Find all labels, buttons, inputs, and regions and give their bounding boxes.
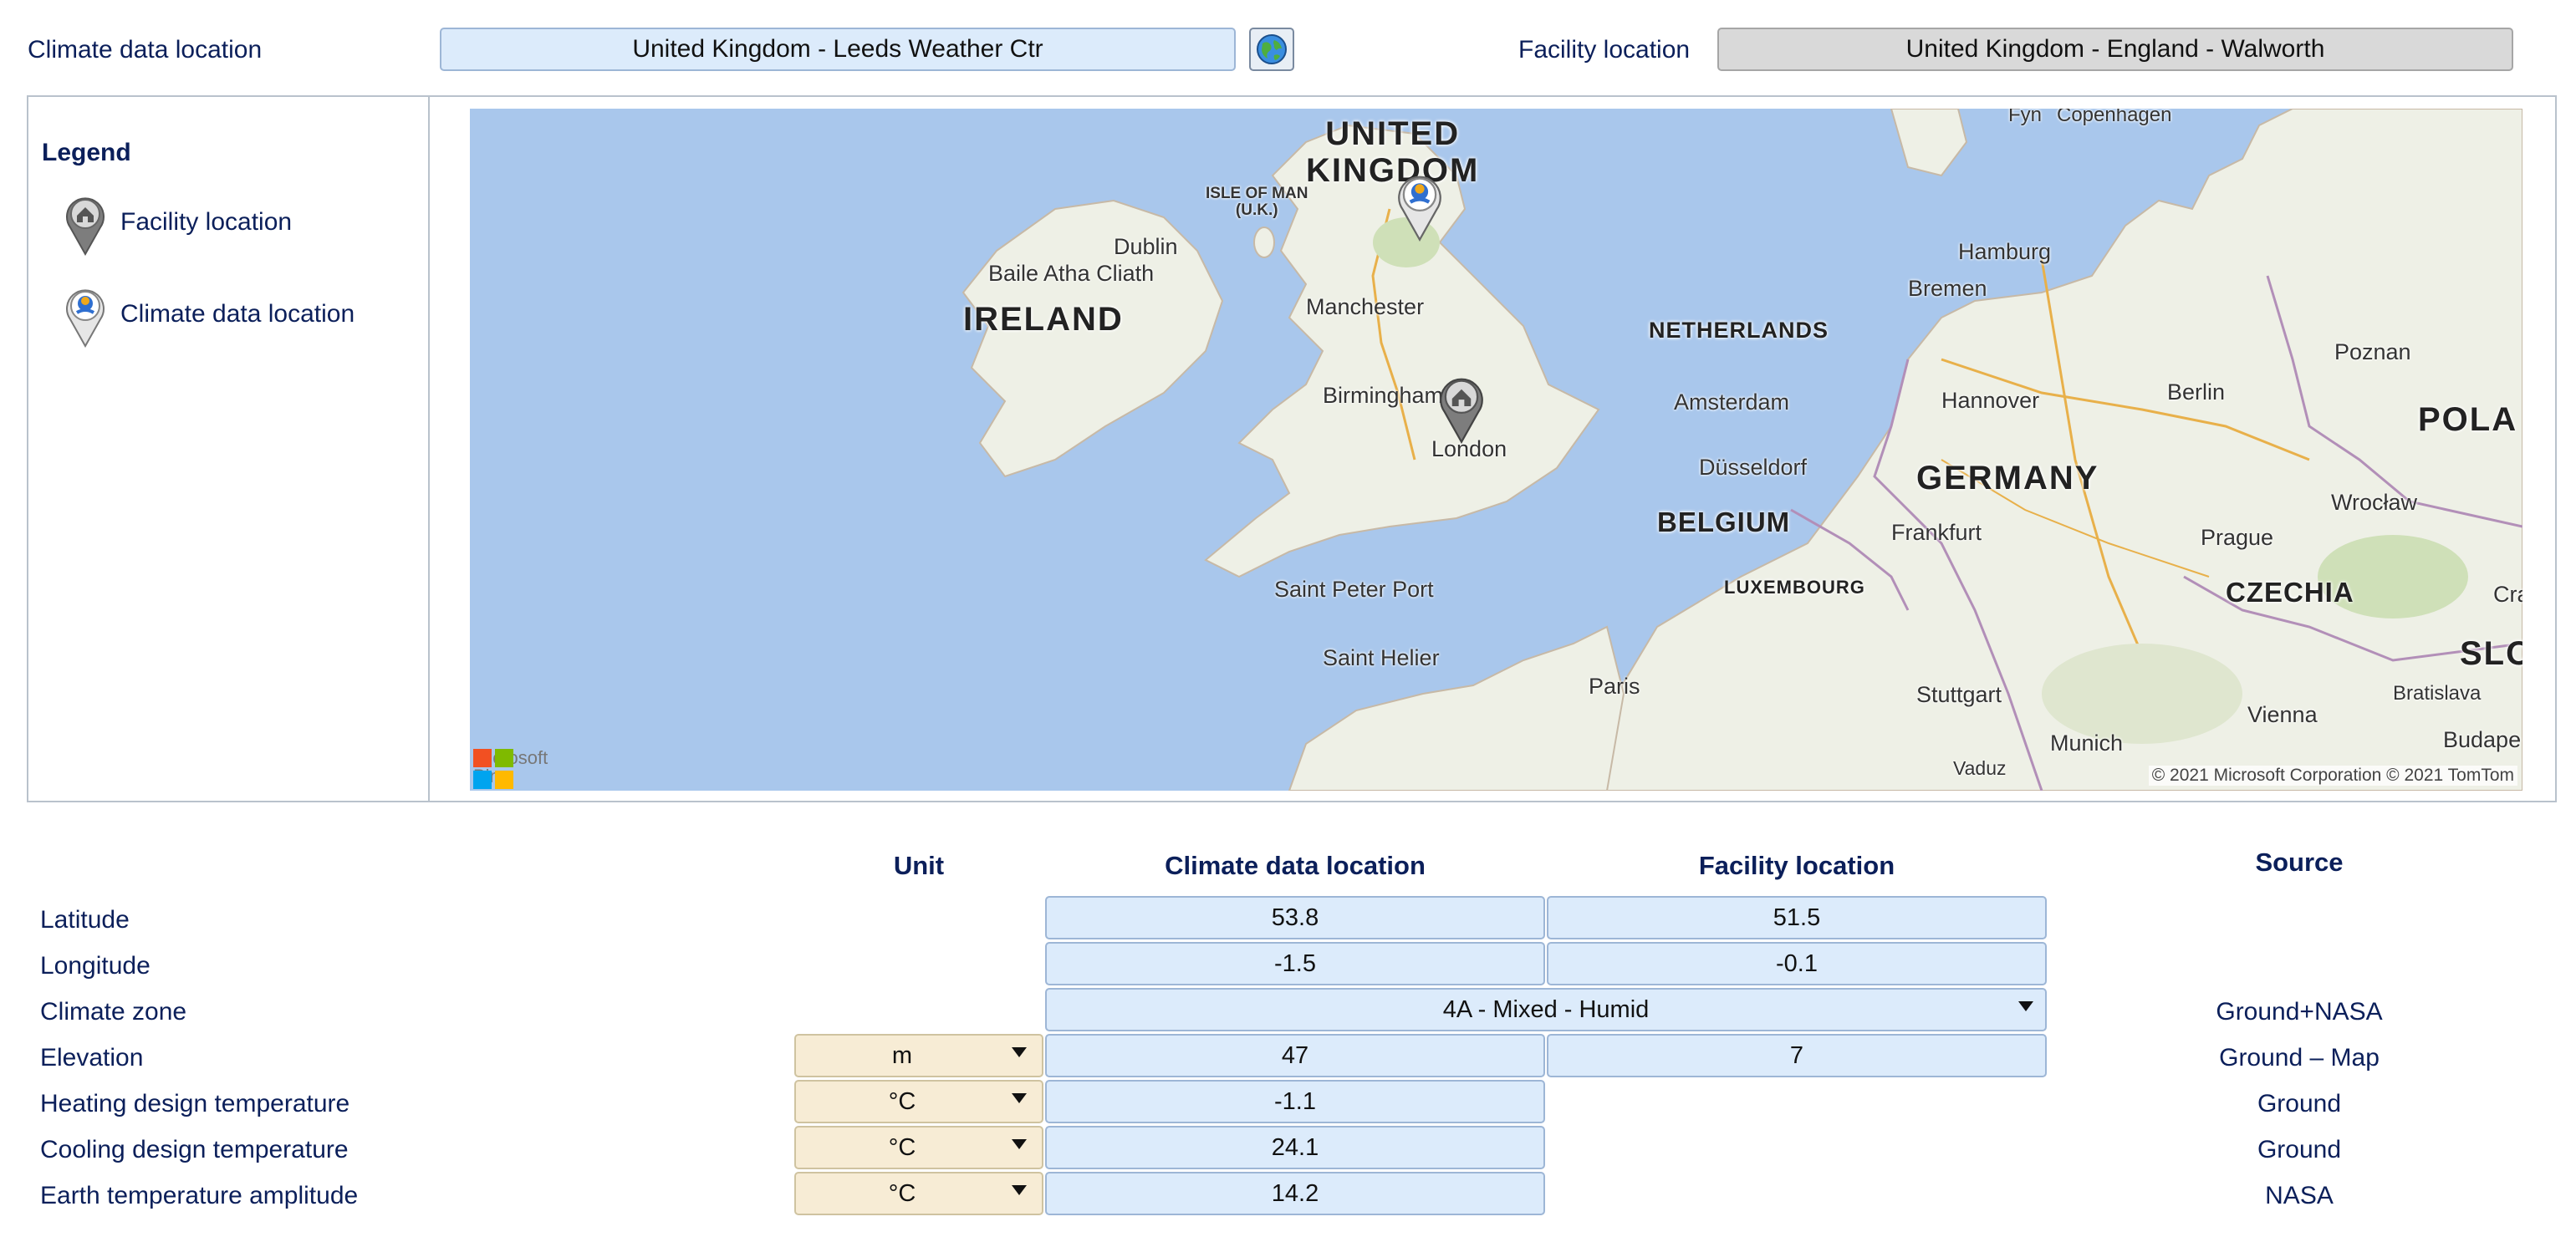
chevron-down-icon bbox=[2018, 1001, 2033, 1011]
bing-logo: Microsoft Bing bbox=[473, 749, 548, 789]
climate-zone-source: Ground+NASA bbox=[2216, 998, 2383, 1026]
row-label-longitude: Longitude bbox=[40, 952, 150, 980]
globe-button[interactable] bbox=[1249, 28, 1294, 71]
map-city-baile-atha-cliath: Baile Atha Cliath bbox=[988, 261, 1155, 286]
microsoft-logo-icon bbox=[473, 749, 513, 789]
cooling-source: Ground bbox=[2257, 1136, 2342, 1163]
climate-location-label: Climate data location bbox=[28, 36, 263, 64]
elevation-source: Ground – Map bbox=[2219, 1044, 2380, 1072]
map-city-vaduz: Vaduz bbox=[1953, 757, 2007, 779]
map-label-germany: GERMANY bbox=[1916, 460, 2099, 496]
map-city-hannover: Hannover bbox=[1941, 388, 2040, 413]
cooling-climate-value[interactable]: 24.1 bbox=[1045, 1126, 1545, 1169]
map-view[interactable]: UNITED KINGDOM IRELAND NETHERLANDS GERMAN… bbox=[470, 109, 2522, 791]
legend-item-facility: Facility location bbox=[59, 189, 292, 256]
earth-amplitude-source: NASA bbox=[2265, 1182, 2334, 1209]
heating-unit-value: °C bbox=[888, 1087, 916, 1115]
header-facility: Facility location bbox=[1698, 851, 1895, 880]
facility-location-pin-icon[interactable] bbox=[1431, 368, 1492, 445]
heating-source: Ground bbox=[2257, 1090, 2342, 1117]
map-city-birmingham: Birmingham bbox=[1323, 383, 1444, 408]
elevation-facility-value[interactable]: 7 bbox=[1547, 1034, 2047, 1077]
map-city-bratislava: Bratislava bbox=[2393, 682, 2482, 705]
map-city-dusseldorf: Düsseldorf bbox=[1699, 455, 1808, 480]
map-city-krakow: Cra bbox=[2493, 582, 2522, 607]
map-label-poland: POLA bbox=[2418, 401, 2518, 438]
map-city-amsterdam: Amsterdam bbox=[1674, 389, 1790, 415]
map-copyright: © 2021 Microsoft Corporation © 2021 TomT… bbox=[2148, 766, 2517, 786]
climate-zone-select[interactable]: 4A - Mixed - Humid bbox=[1045, 988, 2047, 1031]
row-label-cooling-design-temperature: Cooling design temperature bbox=[40, 1136, 349, 1163]
cooling-unit-select[interactable]: °C bbox=[794, 1126, 1043, 1169]
map-city-fyn: Fyn bbox=[2008, 109, 2043, 126]
header-unit: Unit bbox=[893, 851, 945, 880]
map-city-stuttgart: Stuttgart bbox=[1916, 682, 2002, 707]
earth-amplitude-climate-value[interactable]: 14.2 bbox=[1045, 1172, 1545, 1215]
row-label-climate-zone: Climate zone bbox=[40, 998, 187, 1026]
row-label-earth-temperature-amplitude: Earth temperature amplitude bbox=[40, 1182, 359, 1209]
map-city-saint-peter-port: Saint Peter Port bbox=[1274, 577, 1434, 602]
legend-climate-label: Climate data location bbox=[120, 300, 355, 328]
chevron-down-icon bbox=[1012, 1139, 1027, 1149]
map-city-wroclaw: Wrocław bbox=[2331, 490, 2418, 515]
map-label-isle-of-man: ISLE OF MAN (U.K.) bbox=[1206, 185, 1308, 219]
map-city-hamburg: Hamburg bbox=[1958, 239, 2052, 264]
legend-title: Legend bbox=[42, 139, 131, 166]
facility-location-label: Facility location bbox=[1518, 36, 1691, 64]
heating-unit-select[interactable]: °C bbox=[794, 1080, 1043, 1123]
header-source: Source bbox=[2255, 848, 2344, 877]
map-city-poznan: Poznan bbox=[2334, 339, 2411, 364]
longitude-facility-value[interactable]: -0.1 bbox=[1547, 942, 2047, 985]
map-city-saint-helier: Saint Helier bbox=[1323, 645, 1440, 670]
facility-location-field: United Kingdom - England - Walworth bbox=[1717, 28, 2513, 71]
chevron-down-icon bbox=[1012, 1185, 1027, 1195]
map-city-munich: Munich bbox=[2050, 730, 2124, 756]
latitude-facility-value[interactable]: 51.5 bbox=[1547, 896, 2047, 939]
earth-amplitude-unit-value: °C bbox=[888, 1179, 916, 1207]
climate-zone-value: 4A - Mixed - Humid bbox=[1442, 995, 1650, 1023]
row-label-elevation: Elevation bbox=[40, 1044, 144, 1072]
map-label-belgium: BELGIUM bbox=[1657, 507, 1791, 537]
cooling-unit-value: °C bbox=[888, 1133, 916, 1161]
map-label-czechia: CZECHIA bbox=[2226, 577, 2354, 608]
map-city-prague: Prague bbox=[2201, 525, 2274, 550]
climate-location-pin-icon[interactable] bbox=[1390, 165, 1450, 242]
map-city-frankfurt: Frankfurt bbox=[1891, 520, 1982, 545]
map-panel: Legend Facility location Climate data lo… bbox=[27, 95, 2557, 802]
earth-amplitude-unit-select[interactable]: °C bbox=[794, 1172, 1043, 1215]
map-label-luxembourg: LUXEMBOURG bbox=[1724, 577, 1865, 598]
map-city-vienna: Vienna bbox=[2247, 702, 2318, 727]
globe-icon bbox=[1257, 34, 1287, 64]
chevron-down-icon bbox=[1012, 1093, 1027, 1103]
longitude-climate-value[interactable]: -1.5 bbox=[1045, 942, 1545, 985]
map-city-berlin: Berlin bbox=[2167, 379, 2226, 405]
map-label-netherlands: NETHERLANDS bbox=[1649, 318, 1829, 343]
legend-divider bbox=[428, 97, 430, 801]
latitude-climate-value[interactable]: 53.8 bbox=[1045, 896, 1545, 939]
row-label-heating-design-temperature: Heating design temperature bbox=[40, 1090, 350, 1117]
map-city-bremen: Bremen bbox=[1908, 276, 1987, 301]
facility-pin-icon bbox=[66, 197, 105, 256]
map-label-ireland: IRELAND bbox=[963, 301, 1124, 338]
climate-location-field[interactable]: United Kingdom - Leeds Weather Ctr bbox=[440, 28, 1236, 71]
map-city-dublin: Dublin bbox=[1114, 234, 1178, 259]
heating-climate-value[interactable]: -1.1 bbox=[1045, 1080, 1545, 1123]
row-label-latitude: Latitude bbox=[40, 906, 130, 934]
map-city-budapest: Budape bbox=[2443, 727, 2522, 752]
legend-facility-label: Facility location bbox=[120, 208, 293, 236]
elevation-unit-value: m bbox=[891, 1041, 913, 1069]
map-city-copenhagen: Copenhagen bbox=[2057, 109, 2172, 126]
elevation-unit-select[interactable]: m bbox=[794, 1034, 1043, 1077]
legend-item-climate: Climate data location bbox=[59, 281, 355, 348]
climate-pin-icon bbox=[66, 289, 105, 348]
header-climate: Climate data location bbox=[1165, 851, 1426, 880]
chevron-down-icon bbox=[1012, 1047, 1027, 1057]
map-city-manchester: Manchester bbox=[1306, 294, 1425, 319]
map-label-slovakia: SLOV bbox=[2460, 635, 2522, 672]
elevation-climate-value[interactable]: 47 bbox=[1045, 1034, 1545, 1077]
map-city-paris: Paris bbox=[1589, 674, 1640, 699]
